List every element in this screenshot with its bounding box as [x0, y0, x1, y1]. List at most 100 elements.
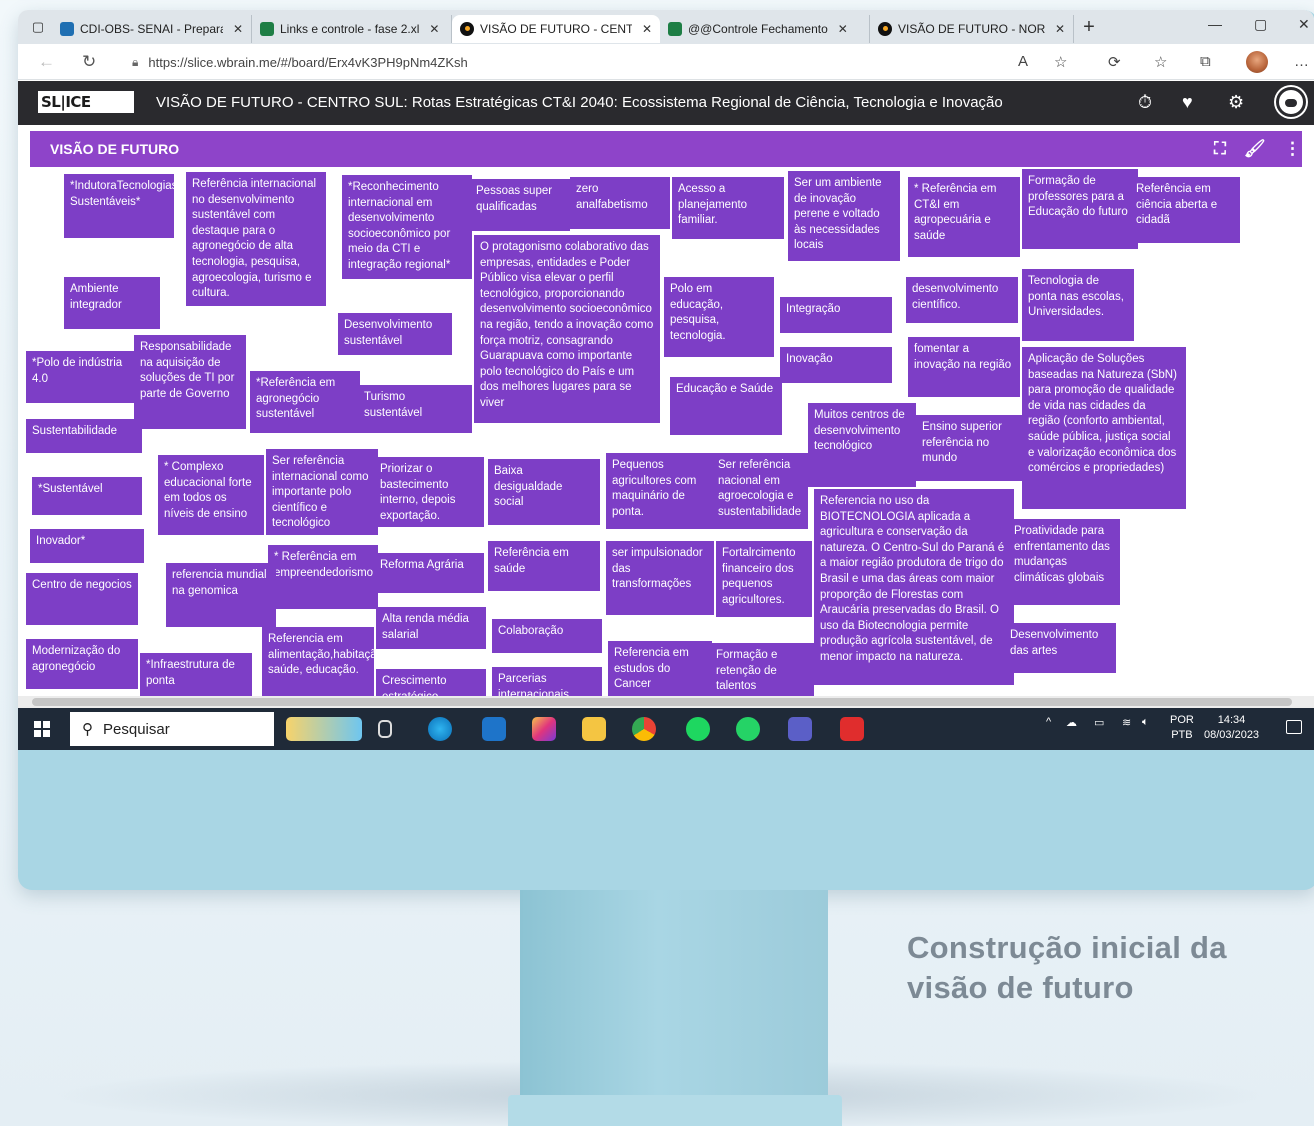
back-icon[interactable]: ← [38, 52, 55, 72]
profile-avatar[interactable] [1246, 51, 1268, 73]
whatsapp-icon[interactable] [736, 717, 760, 741]
sticky-note[interactable]: Turismo sustentável [358, 385, 472, 433]
sticky-note[interactable]: Educação e Saúde [670, 377, 782, 435]
sticky-note[interactable]: *IndutoraTecnologias Sustentáveis* [64, 174, 174, 238]
sticky-note[interactable]: *Infraestrutura de ponta [140, 653, 252, 696]
battery-icon[interactable]: ▭ [1094, 716, 1104, 729]
close-tab-icon[interactable]: ✕ [642, 22, 652, 36]
acrobat-icon[interactable] [840, 717, 864, 741]
sticky-note[interactable]: Acesso a planejamento familiar. [672, 177, 784, 239]
sticky-note[interactable]: Parcerias internacionais [492, 667, 602, 696]
teams-icon[interactable] [788, 717, 812, 741]
browser-tab[interactable]: @@Controle Fechamento ✕ [660, 15, 870, 43]
sticky-note[interactable]: Formação de professores para a Educação … [1022, 169, 1138, 249]
language-indicator[interactable]: POR PTB [1170, 713, 1194, 743]
file-explorer-icon[interactable] [582, 717, 606, 741]
sticky-note[interactable]: Centro de negocios [26, 573, 138, 625]
sticky-note[interactable]: * Complexo educacional forte em todos os… [158, 455, 264, 535]
browser-tab[interactable]: Links e controle - fase 2.xl ✕ [252, 15, 452, 43]
browser-tab[interactable]: CDI-OBS- SENAI - Prepara ✕ [52, 15, 252, 43]
gear-icon[interactable]: ⚙ [1228, 92, 1244, 113]
close-tab-icon[interactable]: ✕ [233, 22, 243, 36]
close-tab-icon[interactable]: ✕ [429, 22, 439, 36]
sticky-note[interactable]: Referência em saúde [488, 541, 600, 591]
wifi-icon[interactable]: ≋ [1122, 716, 1131, 729]
clock[interactable]: 14:34 08/03/2023 [1204, 713, 1259, 743]
sticky-note[interactable]: Baixa desigualdade social [488, 459, 600, 525]
close-tab-icon[interactable]: ✕ [838, 22, 848, 36]
sticky-note[interactable]: Ensino superior referência no mundo [916, 415, 1026, 481]
sticky-note[interactable]: zero analfabetismo [570, 177, 670, 229]
sticky-note[interactable]: Ambiente integrador [64, 277, 160, 329]
maximize-icon[interactable]: ▢ [1254, 16, 1267, 33]
sticky-note[interactable]: * Referência em empreendedorismo [268, 545, 378, 609]
sticky-note[interactable]: Muitos centros de desenvolvimento tecnol… [808, 403, 916, 487]
close-tab-icon[interactable]: ✕ [1055, 22, 1065, 36]
sticky-note[interactable]: Colaboração [492, 619, 602, 653]
sticky-note[interactable]: Polo em educação, pesquisa, tecnologia. [664, 277, 774, 357]
sticky-note[interactable]: Sustentabilidade [26, 419, 142, 453]
onedrive-icon[interactable]: ☁ [1066, 716, 1077, 729]
close-window-icon[interactable]: ✕ [1298, 16, 1310, 33]
instagram-icon[interactable] [532, 717, 556, 741]
scrollbar-thumb[interactable] [32, 698, 1292, 706]
windows-start-icon[interactable] [34, 721, 50, 737]
sticky-note[interactable]: *Polo de indústria 4.0 [26, 351, 136, 403]
extensions-icon[interactable]: ⟳ [1108, 53, 1121, 71]
sticky-note[interactable]: Formação e retenção de talentos [710, 643, 814, 696]
taskbar-search[interactable]: ⚲ Pesquisar [70, 712, 274, 746]
sticky-note[interactable]: desenvolvimento científico. [906, 277, 1018, 323]
read-aloud-icon[interactable]: A [1018, 53, 1028, 70]
sticky-note[interactable]: Inovação [780, 347, 892, 383]
slice-logo[interactable]: SL|ICE [38, 91, 134, 113]
sticky-note[interactable]: fomentar a inovação na região [908, 337, 1020, 397]
sticky-note[interactable]: ser impulsionador das transformações [606, 541, 714, 615]
sticky-note[interactable]: Integração [780, 297, 892, 333]
sticky-note[interactable]: referencia mundial na genomica [166, 563, 276, 627]
sticky-note[interactable]: Tecnologia de ponta nas escolas, Univers… [1022, 269, 1134, 341]
sticky-note[interactable]: Responsabilidade na aquisição de soluçõe… [134, 335, 246, 429]
outlook-icon[interactable] [482, 717, 506, 741]
fullscreen-icon[interactable]: ⛶ [1214, 139, 1226, 159]
minimize-icon[interactable]: — [1208, 16, 1222, 32]
spotify-icon[interactable] [686, 717, 710, 741]
horizontal-scrollbar[interactable] [18, 696, 1314, 708]
sticky-note[interactable]: Crescimento estratégico [376, 669, 486, 696]
sticky-note[interactable]: Reforma Agrária [374, 553, 484, 593]
sticky-note[interactable]: Referência em ciência aberta e cidadã [1130, 177, 1240, 243]
notification-icon[interactable] [1286, 720, 1302, 734]
sticky-note[interactable]: Desenvolvimento sustentável [338, 313, 452, 355]
sticky-note[interactable]: Desenvolvimento das artes [1004, 623, 1116, 673]
favorites-bar-icon[interactable]: ☆ [1154, 53, 1167, 71]
sticky-note[interactable]: Aplicação de Soluções baseadas na Nature… [1022, 347, 1186, 509]
browser-tab[interactable]: VISÃO DE FUTURO - NOR ✕ [870, 15, 1074, 43]
chrome-icon[interactable] [632, 717, 656, 741]
sticky-note[interactable]: O protagonismo colaborativo das empresas… [474, 235, 660, 423]
sticky-note[interactable]: Modernização do agronegócio [26, 639, 138, 689]
sticky-note[interactable]: Ser um ambiente de inovação perene e vol… [788, 171, 900, 261]
browser-tab-active[interactable]: VISÃO DE FUTURO - CENT ✕ [452, 15, 660, 43]
sticky-note[interactable]: Pequenos agricultores com maquinário de … [606, 453, 716, 529]
assistant-bot-icon[interactable] [1276, 87, 1306, 117]
sticky-note[interactable]: Priorizar o bastecimento interno, depois… [374, 457, 484, 527]
sticky-note[interactable]: Fortalrcimento financeiro dos pequenos a… [716, 541, 812, 617]
sticky-note[interactable]: Pessoas super qualificadas [470, 179, 570, 231]
paint-roller-icon[interactable]: 🖌︎ [1244, 139, 1266, 159]
sticky-note[interactable]: Referência internacional no desenvolvime… [186, 172, 326, 306]
sticky-note[interactable]: Ser referência nacional em agroecologia … [712, 453, 808, 529]
edge-icon[interactable] [428, 717, 452, 741]
sticky-note[interactable]: *Sustentável [32, 477, 142, 515]
sticky-note[interactable]: Alta renda média salarial [376, 607, 486, 649]
sticky-note[interactable]: Referencia no uso da BIOTECNOLOGIA aplic… [814, 489, 1014, 685]
chevron-up-icon[interactable]: ^ [1046, 716, 1051, 728]
more-icon[interactable]: … [1294, 53, 1309, 70]
heart-icon[interactable]: ♥ [1182, 92, 1193, 113]
search-highlight-icon[interactable] [286, 717, 362, 741]
sticky-note[interactable]: Inovador* [30, 529, 144, 563]
collections-icon[interactable]: ⧉ [1200, 53, 1211, 70]
volume-icon[interactable]: 🔈︎ [1142, 716, 1149, 729]
task-view-icon[interactable] [378, 720, 392, 738]
timer-icon[interactable]: ⏱ [1138, 92, 1152, 113]
sticky-note[interactable]: * Referência em CT&I em agropecuária e s… [908, 177, 1020, 257]
sticky-note[interactable]: Referencia em alimentação,habitação, saú… [262, 627, 374, 696]
